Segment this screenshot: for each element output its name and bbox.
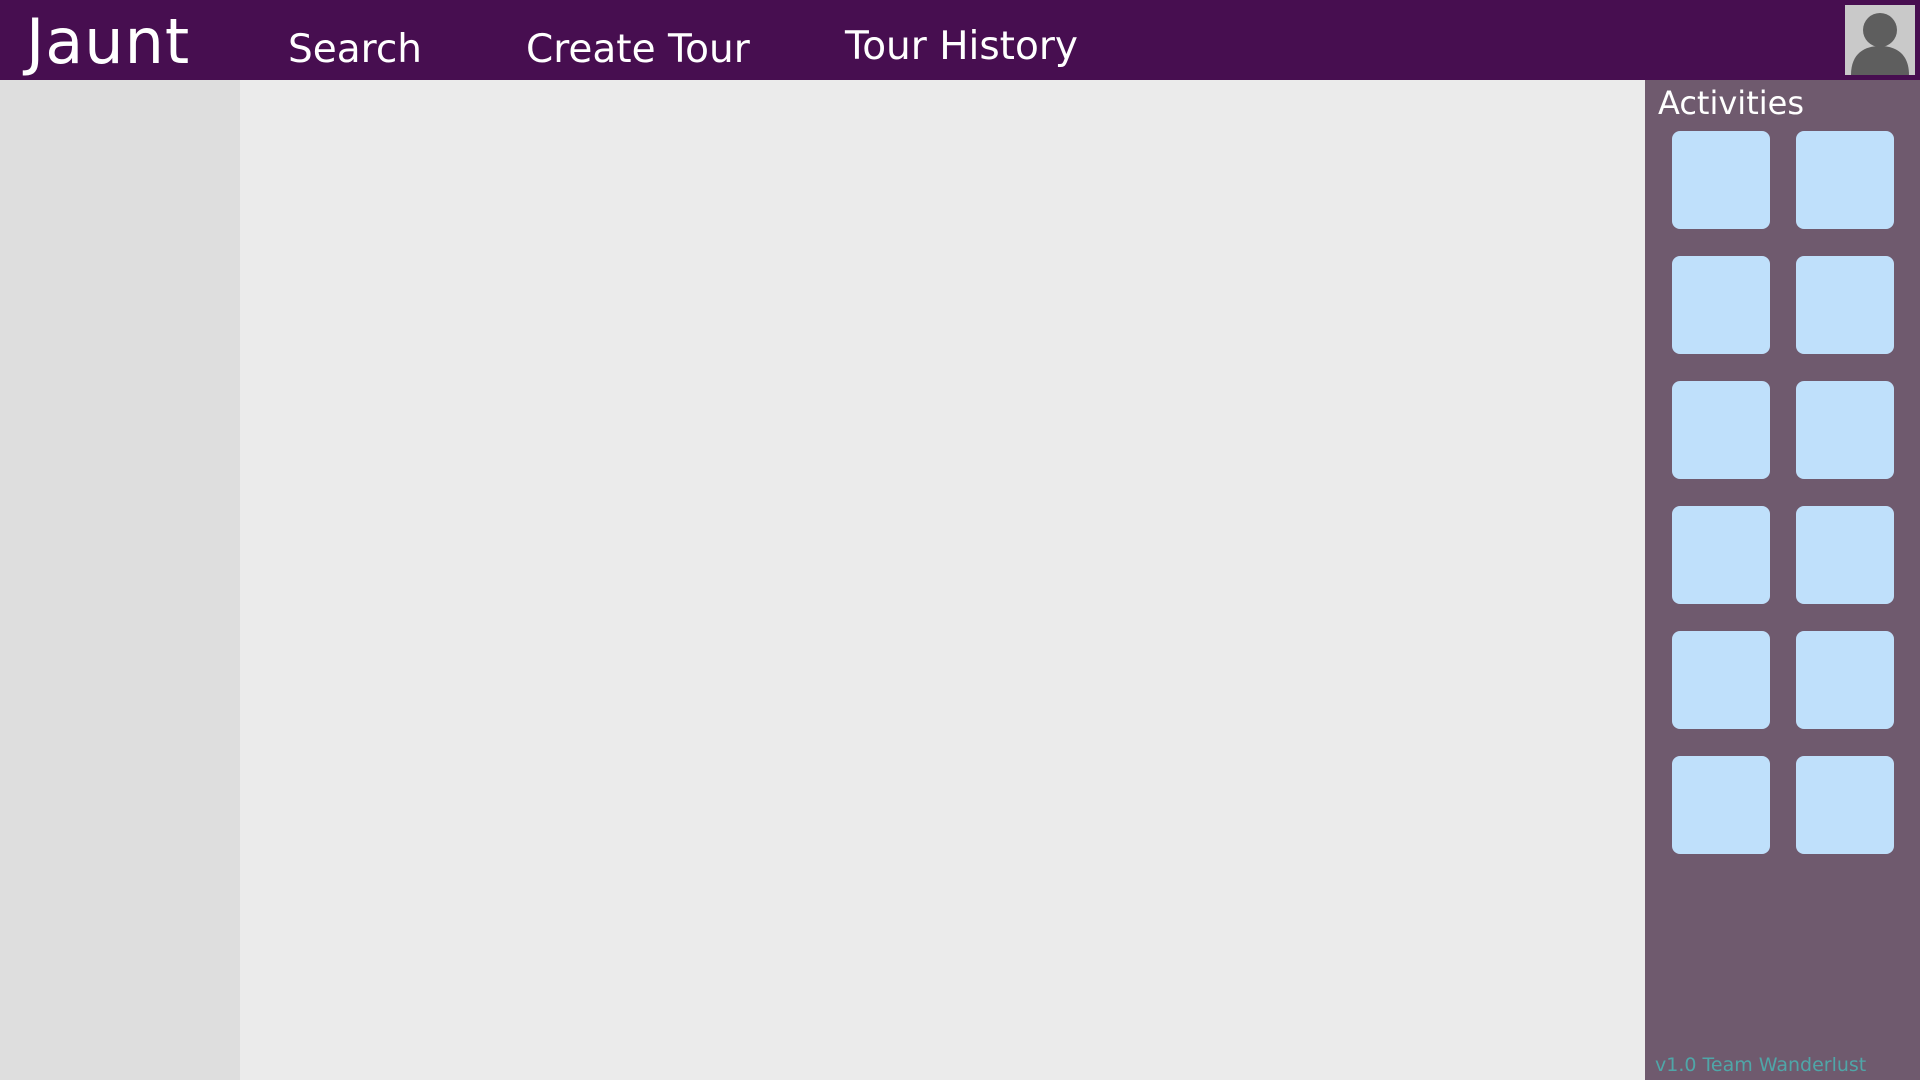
activity-tile[interactable] bbox=[1796, 506, 1894, 604]
activities-panel: Activities v1.0 Team Wanderlust bbox=[1645, 80, 1920, 1080]
activity-tile[interactable] bbox=[1796, 756, 1894, 854]
activity-tile[interactable] bbox=[1672, 756, 1770, 854]
activity-tile[interactable] bbox=[1672, 506, 1770, 604]
left-sidebar bbox=[0, 80, 240, 1080]
activity-tile[interactable] bbox=[1672, 131, 1770, 229]
activity-tile[interactable] bbox=[1796, 131, 1894, 229]
user-silhouette-icon bbox=[1851, 13, 1909, 75]
activity-tile[interactable] bbox=[1672, 381, 1770, 479]
nav-search-link[interactable]: Search bbox=[288, 25, 422, 75]
nav-tour-history-link[interactable]: Tour History bbox=[845, 22, 1078, 72]
user-avatar-button[interactable] bbox=[1845, 5, 1915, 75]
activity-tile[interactable] bbox=[1672, 631, 1770, 729]
activity-tile[interactable] bbox=[1672, 256, 1770, 354]
top-navbar: Jaunt Search Create Tour Tour History bbox=[0, 0, 1920, 80]
brand-logo[interactable]: Jaunt bbox=[26, 6, 190, 78]
version-footer: v1.0 Team Wanderlust bbox=[1655, 1054, 1867, 1076]
activity-tile[interactable] bbox=[1796, 381, 1894, 479]
activity-tile[interactable] bbox=[1796, 631, 1894, 729]
main-content-area bbox=[240, 80, 1645, 1080]
activities-title: Activities bbox=[1658, 84, 1804, 122]
nav-create-tour-link[interactable]: Create Tour bbox=[526, 25, 750, 75]
activity-tile[interactable] bbox=[1796, 256, 1894, 354]
